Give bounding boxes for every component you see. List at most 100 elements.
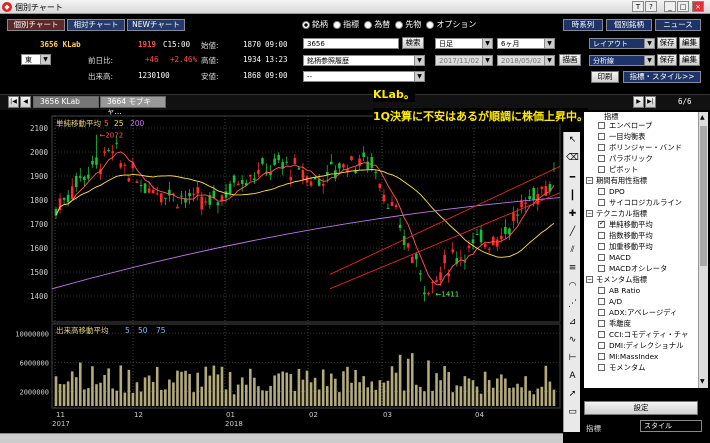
checkbox[interactable] [598, 309, 605, 316]
radio-stock[interactable]: 銘柄 [302, 20, 328, 29]
collapse-icon[interactable]: − [586, 210, 593, 217]
text-icon[interactable]: A [566, 370, 579, 383]
third-select[interactable]: -- ▼ [303, 71, 425, 82]
indicator-tree[interactable]: エンベロープ 一目均衡表 ボリンジャー・バンド パラボリック ピボット − 期間有用性指標 D… [584, 120, 698, 388]
layout-save-button[interactable]: 保存 [657, 37, 677, 49]
vertical-line-icon[interactable]: ┃ [566, 190, 579, 203]
tree-item[interactable]: MACD [584, 252, 698, 263]
tree-item[interactable]: DMI:ディレクショナル [584, 340, 698, 351]
indicator-style-button[interactable]: 指標・スタイル>> [623, 71, 701, 83]
checkbox[interactable] [598, 218, 605, 229]
checkbox[interactable] [598, 232, 605, 239]
last-tab-icon[interactable]: ▶| [645, 96, 656, 108]
ruler-icon[interactable]: ⊢ [566, 352, 579, 365]
radio-futures[interactable]: 先物 [395, 20, 421, 29]
tab-new-chart[interactable]: NEWチャート [127, 19, 185, 31]
maximize-button[interactable]: □ [677, 1, 689, 12]
tree-item[interactable]: ピボット [584, 164, 698, 175]
tree-item[interactable]: 加重移動平均 [584, 241, 698, 252]
tree-item[interactable]: 単純移動平均 [584, 218, 698, 230]
tree-item[interactable]: モメンタム [584, 362, 698, 373]
gann-icon[interactable]: ⊿ [566, 316, 579, 329]
fan-icon[interactable]: ⋰ [566, 298, 579, 311]
layout-edit-button[interactable]: 編集 [679, 37, 700, 49]
tree-item[interactable]: ADX:アベレージディ [584, 307, 698, 318]
tree-item[interactable]: ボリンジャー・バンド [584, 142, 698, 153]
tree-item[interactable]: エンベロープ [584, 120, 698, 131]
checkbox[interactable] [598, 122, 605, 129]
collapse-icon[interactable]: − [586, 276, 593, 283]
tree-item[interactable]: DPO [584, 186, 698, 197]
prev-tab-icon[interactable]: ◀ [20, 96, 31, 108]
checkbox[interactable] [598, 320, 605, 327]
checkbox[interactable] [598, 166, 605, 173]
tab-relative-chart[interactable]: 相対チャート [67, 19, 125, 31]
analysis-line-select[interactable]: 分析線 ▼ [589, 55, 655, 66]
checkbox[interactable] [598, 188, 605, 195]
interval-select[interactable]: 日足 ▼ [435, 38, 493, 49]
checkbox[interactable] [598, 155, 605, 162]
close-button[interactable]: × [692, 1, 704, 12]
chart-area[interactable]: 2100 2000 1900 1800 1700 1600 1500 1400 10000000… [0, 112, 563, 432]
date-from-input[interactable]: 2017/11/02 ▼ [435, 55, 493, 66]
radio-index[interactable]: 指標 [333, 20, 359, 29]
tab-individual-chart[interactable]: 個別チャート [7, 19, 65, 31]
checkbox[interactable] [598, 298, 605, 305]
scroll-thumb[interactable] [700, 126, 707, 266]
analysis-save-button[interactable]: 保存 [657, 54, 677, 66]
checkbox[interactable] [598, 331, 605, 338]
individual-stock-button[interactable]: 個別銘柄 [606, 19, 652, 31]
tree-group[interactable]: − モメンタム指標 [584, 274, 698, 285]
eraser-icon[interactable]: ⌫ [566, 152, 579, 165]
draw-button[interactable]: 描画 [559, 54, 581, 66]
help-button[interactable]: ? [645, 1, 657, 12]
arc-icon[interactable]: ◠ [566, 280, 579, 293]
chart-scrollbar[interactable] [0, 433, 563, 443]
analysis-edit-button[interactable]: 編集 [679, 54, 700, 66]
checkbox[interactable] [598, 254, 605, 261]
tree-item[interactable]: CCI:コモディティ・チャ [584, 329, 698, 340]
checkbox[interactable] [598, 342, 605, 349]
stock-tab-klab[interactable]: 3656 KLab [33, 96, 99, 108]
style-field[interactable]: スタイル [640, 420, 702, 432]
checkbox[interactable] [598, 364, 605, 371]
tree-item[interactable]: 一目均衡表 [584, 131, 698, 142]
radio-fx[interactable]: 為替 [364, 20, 390, 29]
checkbox[interactable] [598, 243, 605, 250]
checkbox[interactable] [598, 265, 605, 272]
checkbox[interactable] [598, 287, 605, 294]
tree-scrollbar[interactable]: ▲ ▼ [698, 112, 708, 388]
code-input[interactable]: 3656 [303, 38, 399, 49]
tree-item[interactable]: サイコロジカルライン [584, 197, 698, 208]
tree-item[interactable]: パラボリック [584, 153, 698, 164]
tree-item[interactable]: A/D [584, 296, 698, 307]
print-button[interactable]: 印刷 [591, 71, 619, 83]
radio-options[interactable]: オプション [426, 20, 476, 29]
next-tab-icon[interactable]: ▶ [633, 96, 644, 108]
market-select[interactable]: 東 ▼ [21, 54, 51, 65]
tree-item[interactable]: MI:MassIndex [584, 351, 698, 362]
cycle-icon[interactable]: ∿ [566, 334, 579, 347]
tree-item[interactable]: 指数移動平均 [584, 230, 698, 241]
channel-icon[interactable]: ⫽ [566, 244, 579, 257]
fibonacci-icon[interactable]: ≡ [566, 262, 579, 275]
tree-item[interactable]: MACDオシレータ [584, 263, 698, 274]
tree-group[interactable]: − 期間有用性指標 [584, 175, 698, 186]
checkbox[interactable] [598, 199, 605, 206]
tree-item[interactable]: AB Ratio [584, 285, 698, 296]
search-button[interactable]: 検索 [402, 37, 424, 49]
timeseries-button[interactable]: 時系列 [563, 19, 603, 31]
arrow-icon[interactable]: ➚ [566, 388, 579, 401]
checkbox[interactable] [598, 353, 605, 360]
trend-line-icon[interactable]: ╱ [566, 226, 579, 239]
layout-select[interactable]: レイアウト ▼ [589, 38, 655, 49]
horizontal-line-icon[interactable]: ━ [566, 172, 579, 185]
cursor-icon[interactable]: ↖ [566, 134, 579, 147]
collapse-icon[interactable]: − [586, 177, 593, 184]
date-to-input[interactable]: 2018/05/02 ▼ [497, 55, 555, 66]
range-select[interactable]: 6ヶ月 ▼ [497, 38, 555, 49]
tree-item[interactable]: 乖離度 [584, 318, 698, 329]
settings-button[interactable]: 設定 [584, 401, 698, 415]
font-size-button[interactable]: T [632, 1, 644, 12]
checkbox[interactable] [598, 133, 605, 140]
